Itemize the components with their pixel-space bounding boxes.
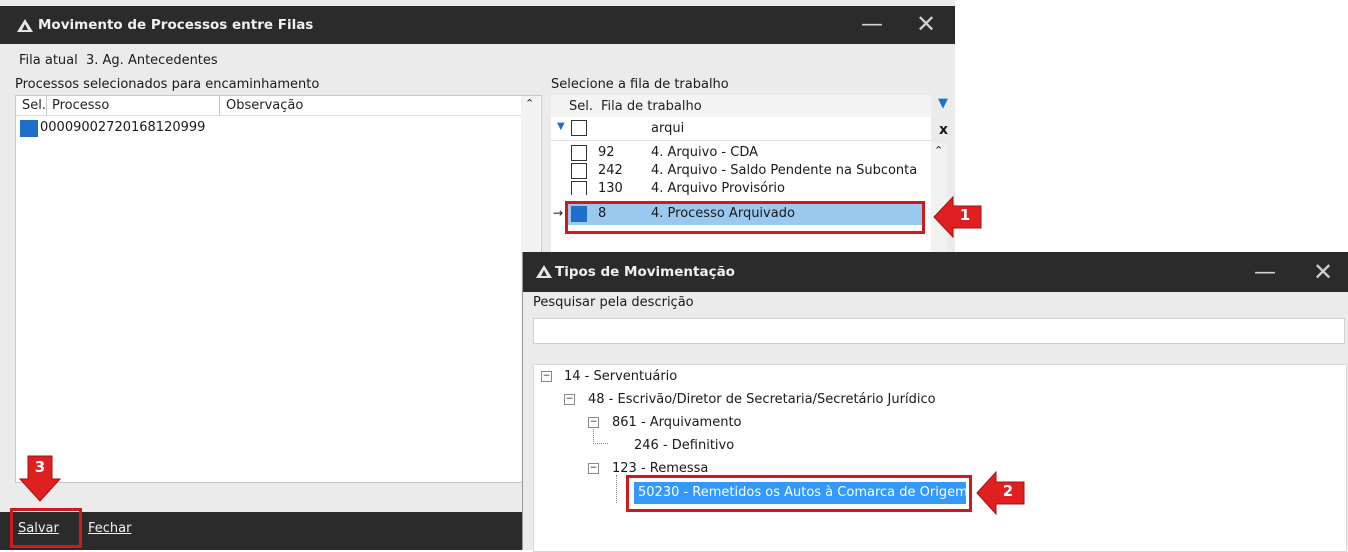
search-input[interactable] — [533, 318, 1345, 344]
callout-arrow-2: 2 — [976, 470, 1026, 516]
main-titlebar: Movimento de Processos entre Filas — ✕ — [0, 6, 955, 44]
queue-row[interactable]: 130 4. Arquivo Provisório — [551, 180, 921, 195]
filter-checkbox[interactable] — [571, 120, 587, 136]
callout-arrow-3: 3 — [18, 455, 62, 503]
right-panel-title: Selecione a fila de trabalho — [551, 77, 729, 92]
fila-atual-label: Fila atual — [19, 53, 78, 68]
process-number: 00009002720168120999 — [40, 120, 206, 135]
queue-col-sel[interactable]: Sel. — [569, 99, 593, 114]
col-sel[interactable]: Sel. — [22, 98, 46, 113]
clear-filter-button[interactable]: x — [939, 122, 948, 138]
tree-node[interactable]: 246 - Definitivo — [634, 438, 734, 453]
queue-id: 242 — [598, 163, 623, 178]
col-observacao[interactable]: Observação — [226, 98, 303, 113]
callout-box-2 — [626, 475, 972, 512]
tree-collapse-icon[interactable]: − — [564, 394, 575, 405]
dialog-title: Tipos de Movimentação — [555, 264, 735, 280]
dialog-titlebar: Tipos de Movimentação — ✕ — [523, 252, 1348, 292]
tree-collapse-icon[interactable]: − — [541, 371, 552, 382]
queue-filter-row: ▼ arqui — [551, 118, 931, 141]
callout-number-1: 1 — [959, 206, 971, 224]
tree-collapse-icon[interactable]: − — [588, 417, 599, 428]
callout-arrow-1: 1 — [933, 195, 983, 239]
minimize-icon[interactable]: — — [852, 12, 892, 37]
queue-checkbox[interactable] — [571, 181, 587, 195]
queue-name: 4. Arquivo Provisório — [651, 181, 785, 195]
filter-panel-icon[interactable]: ▼ — [938, 96, 948, 111]
tree-node[interactable]: 48 - Escrivão/Diretor de Secretaria/Secr… — [588, 392, 936, 407]
callout-number-3: 3 — [34, 458, 46, 476]
queue-checkbox[interactable] — [571, 163, 587, 179]
callout-box-1 — [565, 201, 925, 234]
tree-node[interactable]: 861 - Arquivamento — [612, 415, 742, 430]
process-row[interactable]: 00009002720168120999 — [18, 119, 318, 137]
main-window-title: Movimento de Processos entre Filas — [38, 17, 314, 33]
queue-checkbox[interactable] — [571, 145, 587, 161]
queue-row[interactable]: 242 4. Arquivo - Saldo Pendente na Subco… — [551, 162, 921, 179]
queue-name: 4. Arquivo - CDA — [651, 145, 759, 160]
queue-id: 130 — [598, 181, 623, 195]
fila-atual-value: 3. Ag. Antecedentes — [86, 53, 218, 68]
process-grid-header: Sel. Processo Observação — [16, 96, 521, 116]
close-icon[interactable]: ✕ — [904, 10, 948, 38]
queue-name: 4. Arquivo - Saldo Pendente na Subconta — [651, 163, 918, 178]
movement-tree: − 14 - Serventuário − 48 - Escrivão/Dire… — [533, 364, 1347, 552]
tree-collapse-icon[interactable]: − — [588, 463, 599, 474]
tree-node[interactable]: 14 - Serventuário — [564, 369, 677, 384]
queue-row[interactable]: 92 4. Arquivo - CDA — [551, 144, 921, 161]
dialog-close-icon[interactable]: ✕ — [1301, 258, 1345, 286]
current-row-arrow-icon: → — [553, 206, 564, 220]
close-button[interactable]: Fechar — [88, 521, 131, 536]
scroll-up-icon[interactable]: ⌃ — [525, 97, 534, 110]
callout-box-3 — [10, 508, 82, 548]
app-logo-icon — [17, 19, 33, 32]
dialog-logo-icon — [536, 265, 552, 278]
process-checkbox[interactable] — [20, 120, 38, 137]
filter-input[interactable]: arqui — [651, 121, 684, 136]
col-processo[interactable]: Processo — [52, 98, 109, 113]
callout-number-2: 2 — [1002, 482, 1014, 500]
filter-funnel-icon: ▼ — [557, 121, 565, 132]
left-panel-title: Processos selecionados para encaminhamen… — [15, 77, 320, 92]
tree-node[interactable]: 123 - Remessa — [612, 461, 708, 476]
queue-scroll-up-icon[interactable]: ⌃ — [934, 144, 943, 157]
tree-connector — [593, 429, 608, 444]
queue-col-fila[interactable]: Fila de trabalho — [601, 99, 702, 114]
process-grid: Sel. Processo Observação 000090027201681… — [15, 95, 542, 483]
queue-id: 92 — [598, 145, 615, 160]
queue-grid-header: Sel. Fila de trabalho — [551, 95, 931, 117]
dialog-minimize-icon[interactable]: — — [1245, 260, 1285, 285]
queue-list: 92 4. Arquivo - CDA 242 4. Arquivo - Sal… — [551, 143, 931, 255]
search-label: Pesquisar pela descrição — [533, 295, 694, 310]
